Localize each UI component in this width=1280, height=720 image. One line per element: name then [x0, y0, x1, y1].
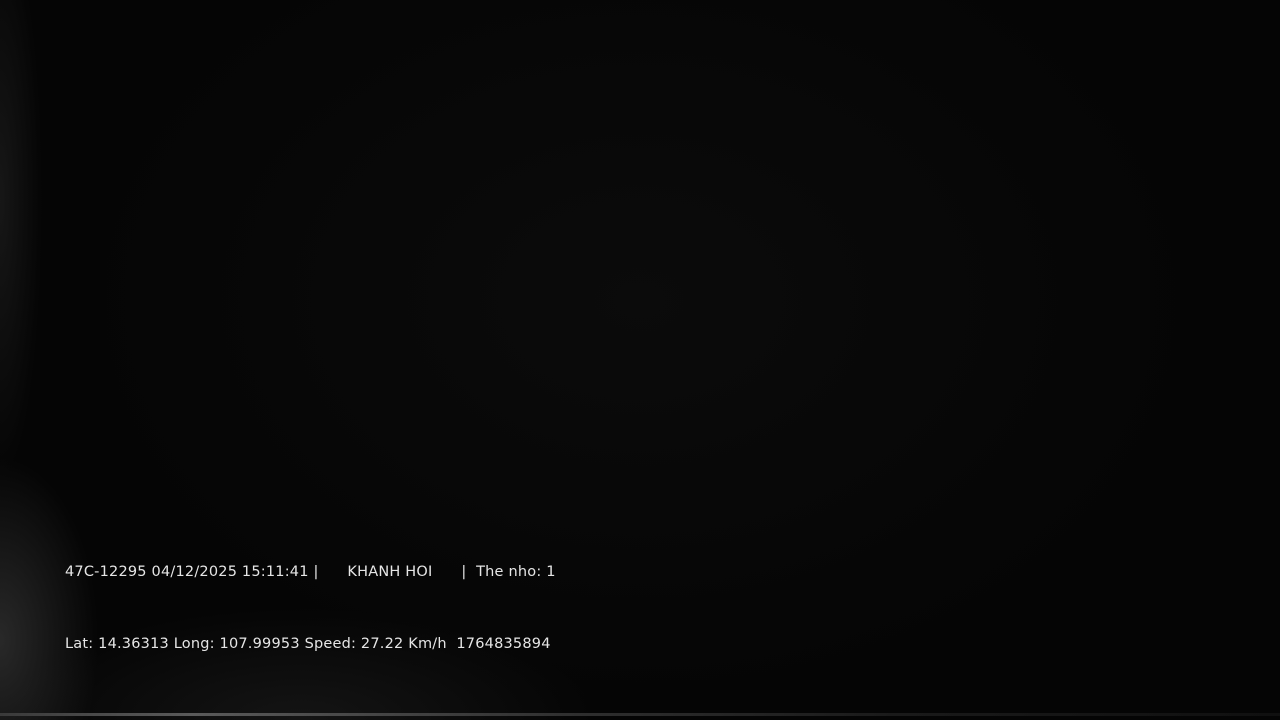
record-id: 1764835894 — [456, 636, 551, 652]
osd-gps-line: Lat: 14.36313 Long: 107.99953 Speed: 27.… — [65, 635, 551, 653]
osd-separator: | — [461, 564, 467, 580]
memory-card-status: The nho: 1 — [476, 564, 556, 580]
osd-status-line: 47C-12295 04/12/2025 15:11:41 | KHANH HO… — [65, 563, 556, 581]
vehicle-speed: Speed: 27.22 Km/h — [304, 636, 447, 652]
gps-longitude: Long: 107.99953 — [173, 636, 300, 652]
camera-video-frame: 47C-12295 04/12/2025 15:11:41 | KHANH HO… — [0, 0, 1280, 720]
gps-latitude: Lat: 14.36313 — [65, 636, 169, 652]
timestamp: 04/12/2025 15:11:41 — [151, 564, 309, 580]
location-name: KHANH HOI — [347, 564, 433, 580]
frame-bottom-edge — [0, 713, 1280, 716]
osd-separator: | — [313, 564, 319, 580]
vehicle-plate: 47C-12295 — [65, 564, 147, 580]
